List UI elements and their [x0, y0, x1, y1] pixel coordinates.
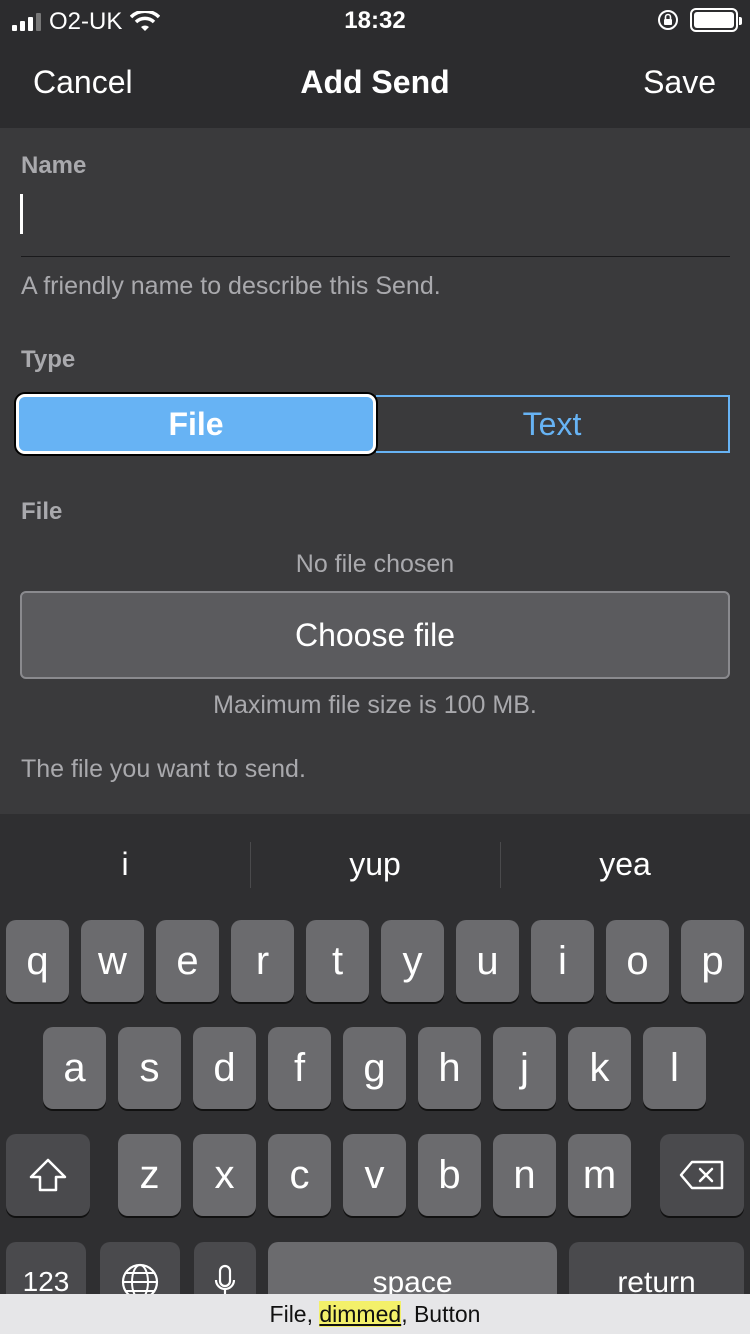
key-i[interactable]: i [531, 920, 594, 1002]
name-input[interactable] [21, 188, 730, 256]
file-help-text: The file you want to send. [21, 755, 306, 783]
suggestion-item[interactable]: yea [500, 814, 750, 914]
suggestion-label: yup [349, 845, 401, 882]
key-o[interactable]: o [606, 920, 669, 1002]
name-help-text: A friendly name to describe this Send. [21, 272, 441, 300]
clock: 18:32 [344, 7, 406, 34]
shift-key[interactable] [6, 1134, 90, 1216]
delete-key[interactable] [660, 1134, 744, 1216]
type-option-file[interactable]: File [16, 394, 376, 454]
text-cursor [20, 194, 23, 234]
key-q[interactable]: q [6, 920, 69, 1002]
no-file-status: No file chosen [295, 550, 455, 578]
key-d[interactable]: d [193, 1027, 256, 1109]
key-b[interactable]: b [418, 1134, 481, 1216]
key-a[interactable]: a [43, 1027, 106, 1109]
max-file-size-text: Maximum file size is 100 MB. [213, 691, 537, 719]
key-f[interactable]: f [268, 1027, 331, 1109]
key-l[interactable]: l [643, 1027, 706, 1109]
suggestion-item[interactable]: i [0, 814, 250, 914]
nav-bar: Cancel Add Send Save [0, 40, 750, 128]
backspace-icon [679, 1160, 724, 1190]
key-h[interactable]: h [418, 1027, 481, 1109]
key-y[interactable]: y [381, 920, 444, 1002]
name-input-underline [21, 256, 730, 257]
caption-text: , Button [401, 1301, 481, 1327]
battery-icon [690, 8, 742, 32]
key-t[interactable]: t [306, 920, 369, 1002]
choose-file-button[interactable]: Choose file [20, 591, 730, 679]
key-n[interactable]: n [493, 1134, 556, 1216]
key-x[interactable]: x [193, 1134, 256, 1216]
key-c[interactable]: c [268, 1134, 331, 1216]
status-bar: O2-UK 18:32 [0, 0, 750, 40]
orientation-lock-icon [658, 10, 678, 30]
form-content: Name A friendly name to describe this Se… [0, 128, 750, 814]
key-r[interactable]: r [231, 920, 294, 1002]
page-title: Add Send [300, 64, 450, 100]
key-u[interactable]: u [456, 920, 519, 1002]
key-j[interactable]: j [493, 1027, 556, 1109]
caption-highlight: dimmed [319, 1301, 402, 1327]
key-g[interactable]: g [343, 1027, 406, 1109]
suggestion-label: yea [599, 845, 651, 882]
key-w[interactable]: w [81, 920, 144, 1002]
keyboard: i yup yea q w e r t y u i o p a s d f g … [0, 814, 750, 1334]
suggestion-divider [500, 842, 501, 888]
key-v[interactable]: v [343, 1134, 406, 1216]
key-m[interactable]: m [568, 1134, 631, 1216]
file-label: File [21, 498, 63, 525]
key-z[interactable]: z [118, 1134, 181, 1216]
save-button[interactable]: Save [643, 64, 716, 101]
key-e[interactable]: e [156, 920, 219, 1002]
key-s[interactable]: s [118, 1027, 181, 1109]
caption-text: File, [269, 1301, 320, 1327]
type-label: Type [21, 346, 76, 373]
type-option-text[interactable]: Text [376, 395, 730, 453]
suggestion-item[interactable]: yup [250, 814, 500, 914]
status-right [656, 8, 742, 32]
type-segmented-control: File Text [16, 394, 730, 454]
suggestion-bar: i yup yea [0, 814, 750, 914]
key-p[interactable]: p [681, 920, 744, 1002]
accessibility-caption: File, dimmed, Button [0, 1294, 750, 1334]
suggestion-divider [250, 842, 251, 888]
name-label: Name [21, 152, 87, 179]
shift-icon [29, 1158, 67, 1192]
key-k[interactable]: k [568, 1027, 631, 1109]
